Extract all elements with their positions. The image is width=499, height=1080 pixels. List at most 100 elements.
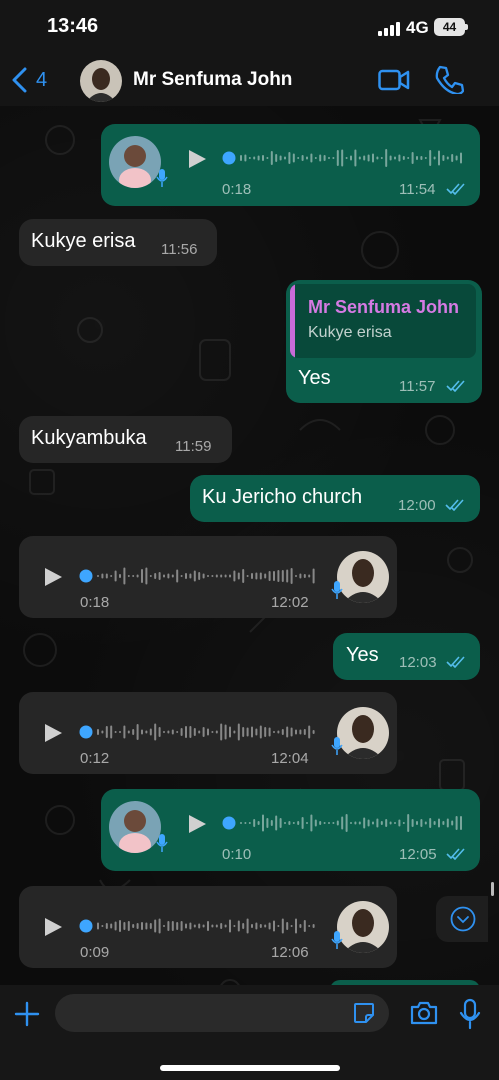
incoming-voice-message[interactable]: 0:12 12:04 <box>19 692 397 774</box>
sender-avatar <box>337 707 389 759</box>
voice-duration: 0:10 <box>222 846 252 863</box>
waveform-bar <box>149 575 152 577</box>
waveform-bar <box>336 150 339 166</box>
quoted-message[interactable]: Mr Senfuma John Kukye erisa <box>290 284 476 358</box>
waveform-bar <box>105 726 108 738</box>
waveform-bar <box>460 152 462 164</box>
waveform-bar <box>429 150 432 166</box>
message-input[interactable] <box>55 994 389 1032</box>
phone-icon[interactable] <box>434 64 464 94</box>
waveform-bar <box>288 152 291 164</box>
waveform[interactable] <box>79 914 315 938</box>
waveform[interactable] <box>79 564 315 588</box>
outgoing-text-message[interactable]: Yes 12:03 <box>333 633 480 680</box>
microphone-icon <box>156 169 168 187</box>
waveform-bar <box>394 156 396 160</box>
waveform-bar <box>277 570 280 582</box>
waveform-bar <box>193 728 196 736</box>
camera-icon[interactable] <box>409 1000 439 1026</box>
waveform-bar <box>367 819 370 827</box>
scroll-to-bottom-button[interactable] <box>436 896 488 942</box>
playhead-dot <box>222 151 236 165</box>
waveform[interactable] <box>79 720 315 744</box>
waveform-bar <box>127 921 130 931</box>
incoming-voice-message[interactable]: 0:09 12:06 <box>19 886 397 968</box>
outgoing-reply-message[interactable]: Mr Senfuma John Kukye erisa Yes 11:57 <box>286 280 482 403</box>
status-bar: 13:46 4G 44 <box>0 0 499 56</box>
waveform-bar <box>380 157 383 159</box>
waveform-bar <box>237 723 240 741</box>
battery-icon: 44 <box>434 18 465 36</box>
outgoing-text-message[interactable]: Ku Jericho church 12:00 <box>190 475 480 522</box>
waveform-bar <box>433 821 436 825</box>
waveform-bar <box>248 157 251 159</box>
waveform-bar <box>248 822 251 824</box>
waveform-bar <box>367 154 370 162</box>
play-icon[interactable] <box>42 722 64 744</box>
incoming-voice-message[interactable]: 0:18 12:02 <box>19 536 397 618</box>
waveform-bar <box>402 156 405 160</box>
waveform-bar <box>273 731 275 733</box>
video-call-icon[interactable] <box>378 66 410 94</box>
back-button[interactable]: 4 <box>10 62 62 98</box>
waveform-bar <box>154 723 157 741</box>
waveform-bar <box>301 817 304 829</box>
plus-icon[interactable] <box>12 999 42 1029</box>
waveform[interactable] <box>222 811 466 835</box>
outgoing-voice-message[interactable]: 0:18 11:54 <box>101 124 480 206</box>
waveform-bar <box>127 575 130 577</box>
person-photo <box>337 901 389 953</box>
waveform-bar <box>358 821 361 825</box>
waveform-bar <box>372 153 374 163</box>
outgoing-voice-message[interactable]: 0:10 12:05 <box>101 789 480 871</box>
microphone-icon[interactable] <box>458 998 482 1030</box>
play-icon[interactable] <box>186 148 208 170</box>
sticker-icon[interactable] <box>352 1001 376 1025</box>
waveform-bar <box>251 573 253 579</box>
waveform-bar <box>220 923 223 929</box>
waveform-bar <box>240 822 242 824</box>
waveform-bar <box>158 572 161 580</box>
waveform-bar <box>451 820 454 826</box>
play-icon[interactable] <box>186 813 208 835</box>
waveform-bar <box>385 149 388 167</box>
waveform-bar <box>292 822 295 824</box>
waveform-bar <box>255 728 258 736</box>
waveform-bar <box>101 925 104 927</box>
child-photo <box>109 136 161 188</box>
scrollbar-thumb[interactable] <box>491 882 494 896</box>
waveform-bar <box>292 153 295 163</box>
waveform-bar <box>180 728 183 736</box>
waveform-bar <box>167 730 170 734</box>
waveform-bar <box>303 729 306 735</box>
waveform-bar <box>246 727 249 737</box>
message-text: Kukye erisa <box>31 230 136 252</box>
waveform-bar <box>308 725 311 739</box>
unread-count: 4 <box>36 68 48 91</box>
waveform-bar <box>319 154 322 162</box>
contact-name[interactable]: Mr Senfuma John <box>133 69 292 91</box>
quoted-author: Mr Senfuma John <box>308 297 460 317</box>
waveform-bar <box>114 731 117 733</box>
waveform-bar <box>110 725 113 739</box>
waveform-bar <box>185 573 187 579</box>
play-icon[interactable] <box>42 566 64 588</box>
waveform-bar <box>264 924 267 928</box>
incoming-text-message[interactable]: Kukyambuka 11:59 <box>19 416 232 463</box>
waveform-bar <box>149 728 152 736</box>
waveform-bar <box>211 924 214 928</box>
contact-avatar[interactable] <box>80 60 122 102</box>
incoming-text-message[interactable]: Kukye erisa 11:56 <box>19 219 217 266</box>
play-icon[interactable] <box>42 916 64 938</box>
waveform-bar <box>411 152 414 164</box>
waveform-bar <box>141 729 143 735</box>
waveform-bar <box>301 155 304 161</box>
waveform-bar <box>259 725 262 739</box>
waveform-bar <box>163 925 165 927</box>
waveform-bar <box>354 149 357 167</box>
waveform-bar <box>198 730 201 734</box>
waveform[interactable] <box>222 146 466 170</box>
waveform-bar <box>288 821 291 825</box>
waveform-bar <box>350 822 352 824</box>
waveform-bar <box>438 818 440 828</box>
